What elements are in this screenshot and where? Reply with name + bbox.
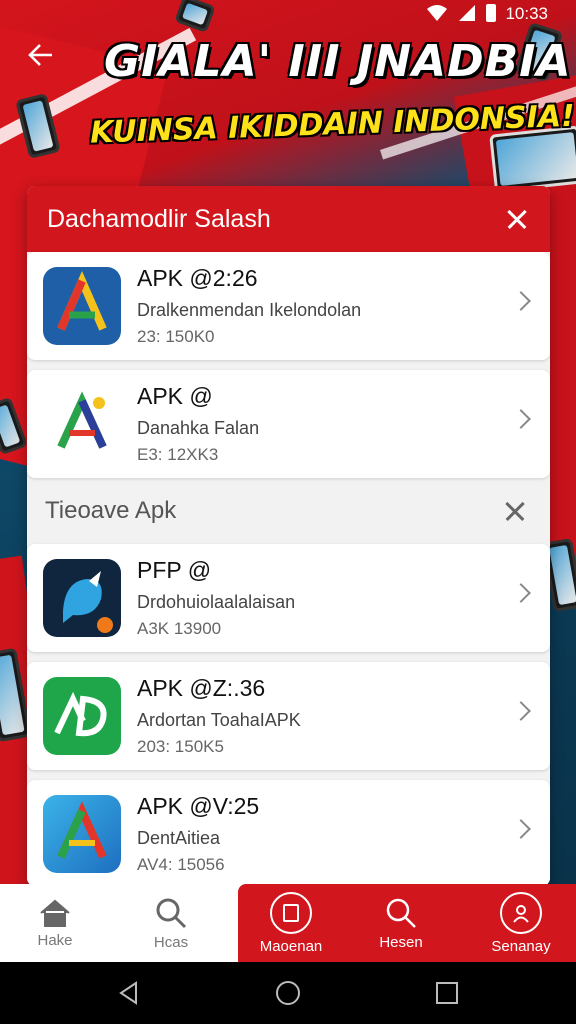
bottom-navigation: Hake Hcas Maoenan Hesen Senanay xyxy=(0,884,576,962)
section-title: Tieoave Apk xyxy=(45,497,177,524)
app-name: APK @2:26 xyxy=(137,265,258,291)
nav-label: Hesen xyxy=(379,933,423,951)
app-description: Ardortan ToahaIAPK xyxy=(137,710,301,730)
search-icon xyxy=(386,898,416,928)
app-description: Dralkenmendan Ikelondolan xyxy=(137,300,362,320)
tablet-icon xyxy=(270,891,312,934)
app-description: DentAitiea xyxy=(137,828,221,848)
app-description: Drdohuiolaalalaisan xyxy=(137,592,296,612)
app-list-item[interactable]: APK @V:25 DentAitiea AV4: 15056 xyxy=(27,780,550,886)
app-list-item[interactable]: PFP @ Drdohuiolaalalaisan A3K 13900 xyxy=(27,544,550,652)
nav-item-search[interactable]: Hcas xyxy=(116,884,226,962)
profile-icon xyxy=(500,891,542,934)
section-header: Tieoave Apk xyxy=(27,478,550,544)
app-name: APK @Z:.36 xyxy=(137,675,266,701)
app-meta: A3K 13900 xyxy=(137,619,222,638)
chevron-right-icon xyxy=(511,819,531,839)
nav-item-home[interactable]: Hake xyxy=(0,884,110,962)
app-name: APK @ xyxy=(137,383,213,409)
recents-square-icon[interactable] xyxy=(434,980,460,1006)
home-circle-icon[interactable] xyxy=(275,980,301,1006)
nav-label: Hake xyxy=(37,931,73,949)
close-icon[interactable] xyxy=(502,204,532,234)
app-description: Danahka Falan xyxy=(137,418,260,438)
app-icon xyxy=(43,677,121,755)
back-arrow-icon[interactable] xyxy=(26,40,56,70)
app-name: APK @V:25 xyxy=(137,793,260,819)
status-bar: 10:33 xyxy=(0,0,576,26)
battery-icon xyxy=(486,4,496,22)
app-meta: AV4: 15056 xyxy=(137,855,225,874)
hero-title: GIALA' III JNADBIA xyxy=(104,36,572,87)
app-icon xyxy=(43,267,121,345)
status-time: 10:33 xyxy=(505,4,548,23)
app-list-item[interactable]: APK @2:26 Dralkenmendan Ikelondolan 23: … xyxy=(27,252,550,360)
app-name: PFP @ xyxy=(137,557,212,583)
app-icon xyxy=(43,795,121,873)
system-navigation-bar xyxy=(0,962,576,1024)
chevron-right-icon xyxy=(511,583,531,603)
panel-header: Dachamodlir Salash xyxy=(27,186,550,252)
nav-label: Maoenan xyxy=(259,937,323,955)
app-list-item[interactable]: APK @ Danahka Falan E3: 12XK3 xyxy=(27,370,550,478)
nav-label: Hcas xyxy=(153,933,189,951)
home-icon xyxy=(40,899,70,927)
wifi-icon xyxy=(427,5,447,21)
search-icon xyxy=(156,898,187,928)
panel-title: Dachamodlir Salash xyxy=(47,204,271,233)
app-meta: 23: 150K0 xyxy=(137,327,215,346)
app-meta: E3: 12XK3 xyxy=(137,445,219,464)
app-icon xyxy=(43,559,121,637)
app-icon xyxy=(43,385,121,463)
nav-item-search-2[interactable]: Hesen xyxy=(346,884,456,962)
back-triangle-icon[interactable] xyxy=(116,980,142,1006)
nav-item-profile[interactable]: Senanay xyxy=(466,884,576,962)
close-icon[interactable] xyxy=(500,496,530,526)
download-panel: Dachamodlir Salash APK @2:26 Dralkenmend… xyxy=(27,186,550,886)
chevron-right-icon xyxy=(511,409,531,429)
chevron-right-icon xyxy=(511,291,531,311)
app-list-item[interactable]: APK @Z:.36 Ardortan ToahaIAPK 203: 150K5 xyxy=(27,662,550,770)
chevron-right-icon xyxy=(511,701,531,721)
signal-icon xyxy=(459,5,475,21)
nav-item-tablet[interactable]: Maoenan xyxy=(236,884,346,962)
nav-label: Senanay xyxy=(491,937,551,955)
app-meta: 203: 150K5 xyxy=(137,737,224,756)
